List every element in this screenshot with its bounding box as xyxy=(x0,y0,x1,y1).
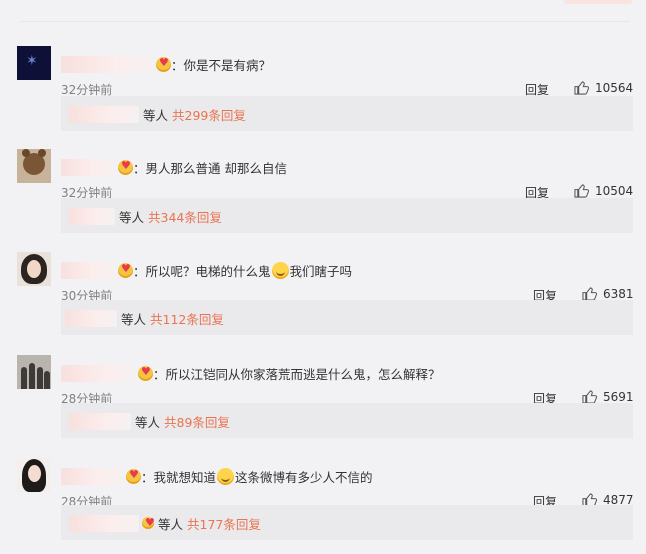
thumbs-up-icon xyxy=(574,81,589,95)
group-photo-icon xyxy=(44,371,50,389)
replies-label: 等人 xyxy=(143,107,169,123)
replies-label: 等人 xyxy=(121,311,147,327)
reply-usernames-blurred xyxy=(69,207,115,225)
reply-usernames-blurred xyxy=(69,514,139,532)
comment-item: ✶ ：你是不是有病？ 32分钟前 回复 10564 等人 共299条回复 xyxy=(0,40,646,142)
comment-text: ：你是不是有病？ xyxy=(171,57,272,73)
username-blurred[interactable] xyxy=(61,467,123,485)
username-blurred[interactable] xyxy=(61,158,115,176)
replies-count-link[interactable]: 共299条回复 xyxy=(172,105,246,124)
comment-line: ：我就想知道 这条微博有多少人不信的 xyxy=(61,466,373,486)
reply-usernames-blurred xyxy=(65,309,117,327)
comment-text-cont: 我们瞎子吗 xyxy=(289,263,353,279)
like-count: 6381 xyxy=(603,287,634,301)
replies-preview[interactable]: 等人 共112条回复 xyxy=(61,300,633,335)
avatar[interactable] xyxy=(17,458,51,492)
username-blurred[interactable] xyxy=(61,364,135,382)
comment-line: ：所以江铠同从你家落荒而逃是什么鬼，怎么解释？ xyxy=(61,363,441,383)
like-count: 10504 xyxy=(595,184,634,198)
comment-line: ：你是不是有病？ xyxy=(61,54,271,74)
grin-emoji-icon xyxy=(271,261,289,279)
replies-label: 等人 xyxy=(158,516,184,532)
vip-heart-badge-icon xyxy=(138,365,153,381)
portrait-icon xyxy=(28,465,41,482)
replies-count-link[interactable]: 共177条回复 xyxy=(187,514,261,533)
replies-preview[interactable]: 等人 共299条回复 xyxy=(61,96,633,131)
thumbs-up-icon xyxy=(582,287,597,301)
like-button[interactable]: 10504 xyxy=(574,184,633,198)
comment-text: ：所以呢？电梯的什么鬼 xyxy=(133,263,271,279)
replies-count-link[interactable]: 共89条回复 xyxy=(164,412,230,431)
username-blurred[interactable] xyxy=(61,55,153,73)
thumbs-up-icon xyxy=(582,390,597,404)
replies-label: 等人 xyxy=(119,209,145,225)
replies-preview[interactable]: 等人 共177条回复 xyxy=(61,505,633,540)
vip-heart-badge-icon xyxy=(118,262,133,278)
comment-text: ：男人那么普通 却那么自信 xyxy=(133,160,287,176)
reply-usernames-blurred xyxy=(69,105,139,123)
replies-preview[interactable]: 等人 共344条回复 xyxy=(61,198,633,233)
divider xyxy=(20,21,630,22)
teddy-bear-icon xyxy=(22,149,46,175)
vip-heart-badge-icon xyxy=(142,516,155,529)
comment-item: ：所以呢？电梯的什么鬼 我们瞎子吗 30分钟前 回复 6381 等人 共112条… xyxy=(0,246,646,348)
comment-line: ：所以呢？电梯的什么鬼 我们瞎子吗 xyxy=(61,260,352,280)
replies-count-link[interactable]: 共112条回复 xyxy=(150,309,224,328)
like-count: 10564 xyxy=(595,81,634,95)
comment-text-cont: 这条微博有多少人不信的 xyxy=(235,469,373,485)
like-count: 5691 xyxy=(603,390,634,404)
comment-item: ：我就想知道 这条微博有多少人不信的 28分钟前 回复 4877 等人 共177… xyxy=(0,452,646,554)
comment-item: ：男人那么普通 却那么自信 32分钟前 回复 10504 等人 共344条回复 xyxy=(0,143,646,245)
reply-usernames-blurred xyxy=(69,412,131,430)
vip-heart-badge-icon xyxy=(126,468,141,484)
like-button[interactable]: 6381 xyxy=(582,287,634,301)
avatar[interactable] xyxy=(17,149,51,183)
smiley-emoji-icon xyxy=(217,467,235,485)
like-button[interactable]: 5691 xyxy=(582,390,634,404)
replies-count-link[interactable]: 共344条回复 xyxy=(148,207,222,226)
comment-text: ：所以江铠同从你家落荒而逃是什么鬼，怎么解释？ xyxy=(153,366,441,382)
thumbs-up-icon xyxy=(574,184,589,198)
vip-heart-badge-icon xyxy=(156,56,171,72)
comment-item: ：所以江铠同从你家落荒而逃是什么鬼，怎么解释？ 28分钟前 回复 5691 等人… xyxy=(0,349,646,451)
comment-line: ：男人那么普通 却那么自信 xyxy=(61,157,287,177)
portrait-icon xyxy=(27,260,41,278)
avatar-star-icon: ✶ xyxy=(26,53,38,69)
avatar[interactable] xyxy=(17,355,51,389)
comment-text: ：我就想知道 xyxy=(141,469,217,485)
replies-preview[interactable]: 等人 共89条回复 xyxy=(61,403,633,438)
vip-heart-badge-icon xyxy=(118,159,133,175)
avatar[interactable] xyxy=(17,252,51,286)
like-button[interactable]: 10564 xyxy=(574,81,633,95)
avatar[interactable]: ✶ xyxy=(17,46,51,80)
username-blurred[interactable] xyxy=(61,261,115,279)
top-action-button[interactable] xyxy=(564,0,632,4)
replies-label: 等人 xyxy=(135,414,161,430)
